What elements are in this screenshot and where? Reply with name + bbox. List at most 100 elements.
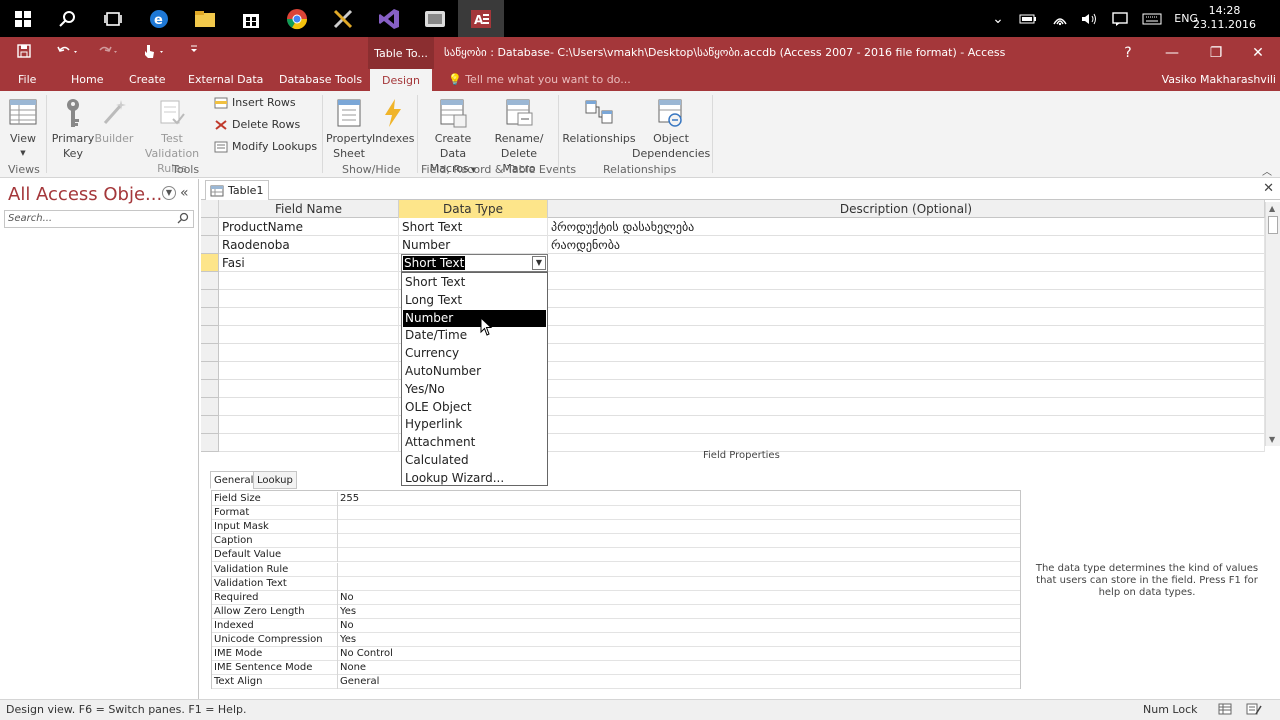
row-selector[interactable] — [201, 290, 219, 308]
data-type-option[interactable]: Attachment — [403, 434, 546, 451]
field-name-cell[interactable] — [219, 380, 399, 398]
description-cell[interactable] — [548, 272, 1265, 290]
data-type-option[interactable]: Yes/No — [403, 381, 546, 398]
tab-lookup[interactable]: Lookup — [253, 471, 297, 489]
property-value[interactable] — [337, 548, 1020, 563]
scroll-up-icon[interactable]: ▲ — [1269, 204, 1275, 213]
description-cell[interactable] — [548, 416, 1265, 434]
row-selector[interactable] — [201, 236, 219, 254]
row-selector[interactable] — [201, 398, 219, 416]
property-row[interactable]: Caption — [212, 534, 1020, 549]
table-row[interactable] — [201, 344, 1265, 362]
property-value[interactable] — [337, 562, 1020, 577]
insert-rows-button[interactable]: Insert Rows — [214, 96, 296, 109]
table-row[interactable] — [201, 416, 1265, 434]
field-name-cell[interactable] — [219, 290, 399, 308]
property-value[interactable]: Yes — [337, 604, 1020, 619]
property-value[interactable] — [337, 506, 1020, 521]
property-row[interactable]: Field Size 255 — [212, 492, 1020, 506]
row-selector[interactable] — [201, 254, 219, 272]
task-view-icon[interactable] — [90, 0, 136, 37]
wifi-icon[interactable] — [1048, 0, 1072, 37]
scroll-thumb[interactable] — [1268, 216, 1278, 234]
customize-quick-access-icon[interactable] — [188, 43, 200, 59]
row-selector[interactable] — [201, 344, 219, 362]
property-row[interactable]: IME Mode No Control — [212, 647, 1020, 662]
table-row[interactable]: Fasi — [201, 254, 1265, 272]
property-value[interactable]: No Control — [337, 647, 1020, 662]
table-row[interactable]: Raodenoba Number რაოდენობა — [201, 236, 1265, 254]
collapse-ribbon-icon[interactable]: ︿ — [1262, 163, 1272, 178]
notifications-icon[interactable] — [1108, 0, 1132, 37]
table-row[interactable] — [201, 380, 1265, 398]
table-row[interactable] — [201, 272, 1265, 290]
description-cell[interactable] — [548, 344, 1265, 362]
field-name-cell[interactable] — [219, 434, 399, 452]
nav-pane-title[interactable]: All Access Obje... — [8, 184, 162, 205]
search-icon[interactable] — [45, 0, 91, 37]
delete-rows-button[interactable]: Delete Rows — [214, 118, 300, 131]
file-explorer-icon[interactable] — [182, 0, 228, 37]
document-tab-table1[interactable]: Table1 — [205, 180, 269, 200]
field-name-cell[interactable] — [219, 326, 399, 344]
table-row[interactable] — [201, 398, 1265, 416]
row-selector[interactable] — [201, 362, 219, 380]
table-row[interactable] — [201, 326, 1265, 344]
nav-pane-menu-icon[interactable]: ▼ — [162, 186, 176, 200]
description-cell[interactable] — [548, 308, 1265, 326]
edge-icon[interactable]: e — [136, 0, 182, 37]
data-type-cell[interactable]: Short Text — [399, 218, 548, 236]
data-type-option[interactable]: Long Text — [403, 292, 546, 309]
media-app-icon[interactable] — [412, 0, 458, 37]
tell-me-search[interactable]: 💡 Tell me what you want to do... — [448, 73, 631, 86]
row-selector[interactable] — [201, 308, 219, 326]
data-type-option[interactable]: Date/Time — [403, 327, 546, 344]
modify-lookups-button[interactable]: Modify Lookups — [214, 140, 317, 153]
table-row[interactable]: ProductName Short Text პროდუქტის დასახელებ… — [201, 218, 1265, 236]
property-row[interactable]: Unicode Compression Yes — [212, 633, 1020, 647]
tab-design[interactable]: Design — [370, 69, 432, 91]
row-selector[interactable] — [201, 272, 219, 290]
data-type-option[interactable]: Hyperlink — [403, 416, 546, 433]
property-value[interactable]: Yes — [337, 633, 1020, 647]
table-row[interactable] — [201, 362, 1265, 380]
property-row[interactable]: Required No — [212, 590, 1020, 605]
property-row[interactable]: Allow Zero Length Yes — [212, 604, 1020, 619]
data-type-option[interactable]: Calculated — [403, 452, 546, 469]
data-type-option[interactable]: AutoNumber — [403, 363, 546, 380]
field-name-cell[interactable]: Raodenoba — [219, 236, 399, 254]
relationships-button[interactable]: Relationships — [562, 97, 636, 146]
tab-create[interactable]: Create — [129, 73, 166, 86]
search-icon[interactable] — [177, 212, 189, 227]
keyboard-icon[interactable] — [1140, 0, 1164, 37]
data-type-option[interactable]: Number — [403, 309, 546, 327]
restore-button[interactable]: ❐ — [1194, 37, 1238, 69]
description-cell[interactable] — [548, 380, 1265, 398]
nav-pane-collapse-icon[interactable]: « — [180, 185, 189, 201]
field-name-cell[interactable] — [219, 272, 399, 290]
tab-file[interactable]: File — [18, 73, 36, 86]
tools-icon[interactable] — [320, 0, 366, 37]
touch-mode-icon[interactable] — [142, 43, 168, 63]
table-row[interactable] — [201, 308, 1265, 326]
minimize-button[interactable]: — — [1150, 37, 1194, 69]
field-name-cell[interactable] — [219, 416, 399, 434]
user-account[interactable]: Vasiko Makharashvili — [1162, 73, 1276, 86]
property-row[interactable]: Validation Rule — [212, 562, 1020, 577]
property-row[interactable]: Validation Text — [212, 576, 1020, 591]
description-cell[interactable]: რაოდენობა — [548, 236, 1265, 254]
save-icon[interactable] — [16, 43, 32, 63]
field-name-cell[interactable] — [219, 362, 399, 380]
tab-external-data[interactable]: External Data — [188, 73, 263, 86]
property-row[interactable]: Format — [212, 506, 1020, 521]
builder-button[interactable]: Builder — [94, 97, 134, 146]
property-value[interactable]: General — [337, 675, 1020, 690]
primary-key-button[interactable]: Primary Key — [50, 97, 96, 161]
chrome-icon[interactable] — [274, 0, 320, 37]
design-view-icon[interactable] — [1246, 703, 1262, 718]
property-value[interactable]: 255 — [337, 492, 1020, 506]
property-value[interactable] — [337, 520, 1020, 535]
object-dependencies-button[interactable]: Object Dependencies — [632, 97, 710, 161]
field-name-cell[interactable] — [219, 308, 399, 326]
windows-start-icon[interactable] — [0, 0, 46, 37]
